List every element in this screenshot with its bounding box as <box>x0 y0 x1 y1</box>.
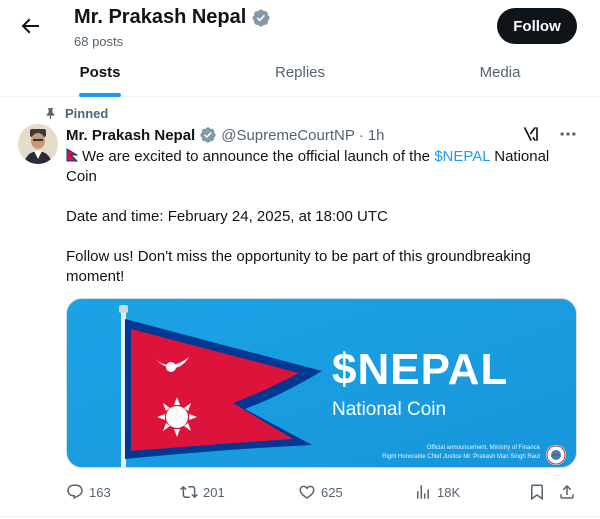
back-arrow-icon[interactable] <box>18 14 42 38</box>
tweet-actions: 163 201 625 18K <box>66 480 580 504</box>
tweet-timestamp[interactable]: 1h <box>368 127 385 144</box>
tweet-paragraph-1: We are excited to announce the official … <box>66 147 580 187</box>
media-subtitle: National Coin <box>332 399 447 420</box>
repost-icon <box>180 485 198 499</box>
tweet-body: We are excited to announce the official … <box>66 147 580 287</box>
more-options-icon[interactable] <box>558 124 578 144</box>
repost-button[interactable]: 201 <box>180 483 225 501</box>
tweet-paragraph-3: Follow us! Don't miss the opportunity to… <box>66 248 531 285</box>
divider <box>0 516 600 517</box>
like-count: 625 <box>321 484 343 500</box>
profile-name: Mr. Prakash Nepal <box>74 6 247 28</box>
pin-icon <box>46 108 55 119</box>
posts-count: 68 posts <box>74 34 124 49</box>
repost-count: 201 <box>203 484 225 500</box>
follow-button[interactable]: Follow <box>497 8 577 44</box>
profile-title-block: Mr. Prakash Nepal 68 posts <box>74 6 271 49</box>
bookmark-icon <box>531 484 543 501</box>
tweet-header: Mr. Prakash Nepal @SupremeCourtNP · 1h <box>66 126 580 144</box>
views-button[interactable]: 18K <box>414 483 460 501</box>
pinned-label: Pinned <box>65 106 109 121</box>
emblem-seal-icon <box>546 445 566 465</box>
tweet-media-image[interactable]: $NEPAL National Coin Official announceme… <box>66 298 577 468</box>
tab-replies[interactable]: Replies <box>200 56 400 96</box>
pinned-indicator: Pinned <box>44 106 108 121</box>
verified-badge-icon[interactable] <box>199 126 217 144</box>
profile-header: Mr. Prakash Nepal 68 posts Follow <box>0 0 600 56</box>
tweet-header-icons <box>522 124 578 144</box>
reply-count: 163 <box>89 484 111 500</box>
avatar[interactable] <box>18 124 58 164</box>
share-icon <box>560 484 574 499</box>
grok-icon[interactable] <box>522 124 542 144</box>
media-title: $NEPAL <box>332 345 509 394</box>
views-chart-icon <box>417 485 429 499</box>
profile-tabs: Posts Replies Media <box>0 56 600 97</box>
nepal-flag-emoji-icon <box>66 148 79 162</box>
hashtag-link[interactable]: $NEPAL <box>434 148 490 165</box>
bookmark-button[interactable] <box>528 483 546 501</box>
share-button[interactable] <box>558 483 576 501</box>
reply-icon <box>67 484 83 500</box>
tweet-line1-pre: We are excited to announce the official … <box>82 148 431 165</box>
tweet[interactable]: Mr. Prakash Nepal @SupremeCourtNP · 1h W… <box>66 126 580 287</box>
like-button[interactable]: 625 <box>298 483 343 501</box>
tab-posts-label: Posts <box>79 64 121 81</box>
tweet-author-handle[interactable]: @SupremeCourtNP <box>221 127 355 144</box>
heart-icon <box>299 485 315 499</box>
media-fine-print-1: Official announcement, Ministry of Finan… <box>426 445 540 451</box>
tab-posts[interactable]: Posts <box>0 56 200 96</box>
tab-media[interactable]: Media <box>400 56 600 96</box>
reply-button[interactable]: 163 <box>66 483 111 501</box>
tweet-author-name[interactable]: Mr. Prakash Nepal <box>66 127 195 144</box>
tab-media-label: Media <box>479 64 521 81</box>
verified-badge-icon[interactable] <box>251 8 271 28</box>
views-count: 18K <box>437 484 461 500</box>
avatar-portrait-image <box>18 124 58 164</box>
tweet-separator: · <box>358 126 364 144</box>
tweet-paragraph-2: Date and time: February 24, 2025, at 18:… <box>66 208 388 225</box>
tab-replies-label: Replies <box>274 64 326 81</box>
media-fine-print-2: Right Honorable Chief Justice Mr. Prakas… <box>382 454 540 460</box>
